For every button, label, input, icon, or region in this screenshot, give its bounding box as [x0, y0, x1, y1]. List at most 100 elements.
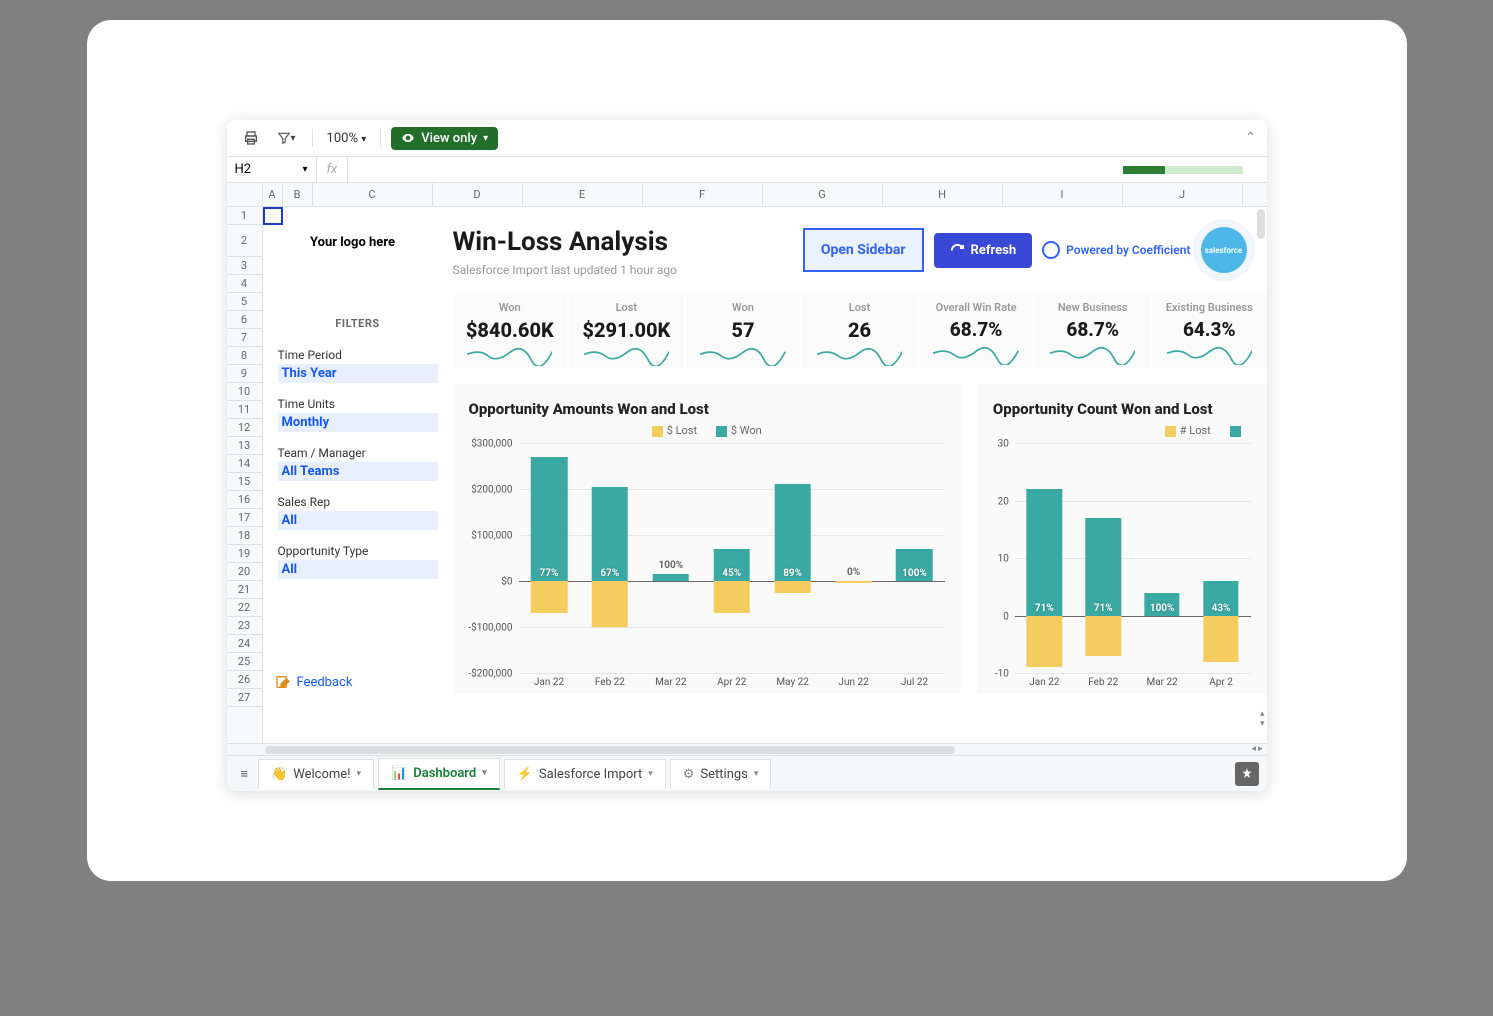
- chevron-down-icon: ▾: [754, 769, 759, 779]
- row-header[interactable]: 11: [227, 401, 262, 419]
- column-header[interactable]: E: [523, 183, 643, 206]
- column-header[interactable]: K: [1243, 183, 1267, 206]
- row-header[interactable]: 9: [227, 365, 262, 383]
- chevron-down-icon: ▾: [302, 164, 307, 175]
- row-header[interactable]: 18: [227, 527, 262, 545]
- tab-settings[interactable]: ⚙ Settings ▾: [670, 759, 772, 789]
- feedback-link[interactable]: Feedback: [275, 674, 353, 690]
- row-header[interactable]: 10: [227, 383, 262, 401]
- x-axis-label: Feb 22: [579, 673, 640, 688]
- all-sheets-menu-icon[interactable]: ≡: [235, 762, 255, 786]
- row-header[interactable]: 12: [227, 419, 262, 437]
- select-all-corner[interactable]: [227, 183, 262, 207]
- zoom-dropdown[interactable]: 100% ▾: [323, 129, 371, 148]
- horizontal-scrollbar[interactable]: ◂▸: [227, 743, 1267, 755]
- sheet-content[interactable]: ▴▾ Your logo here Win-Loss Analysis Sale…: [263, 207, 1267, 743]
- kpi-label: Overall Win Rate: [923, 301, 1030, 314]
- formula-input[interactable]: [348, 157, 1122, 182]
- filter-value[interactable]: Monthly: [278, 413, 438, 432]
- filter-group: Time PeriodThis Year: [278, 348, 438, 383]
- tab-welcome[interactable]: 👋 Welcome! ▾: [258, 759, 374, 789]
- filter-value[interactable]: All: [278, 560, 438, 579]
- kpi-strip: Won$840.60KLost$291.00KWon57Lost26Overal…: [453, 293, 1267, 368]
- row-header[interactable]: 26: [227, 671, 262, 689]
- explore-button[interactable]: [1235, 762, 1259, 786]
- row-header[interactable]: 24: [227, 635, 262, 653]
- row-header[interactable]: 7: [227, 329, 262, 347]
- filter-value[interactable]: All Teams: [278, 462, 438, 481]
- row-header[interactable]: 19: [227, 545, 262, 563]
- bar-percent-label: 67%: [592, 568, 629, 579]
- chevron-down-icon: ▾: [482, 768, 487, 778]
- row-header[interactable]: 6: [227, 311, 262, 329]
- row-header[interactable]: 8: [227, 347, 262, 365]
- row-header[interactable]: 20: [227, 563, 262, 581]
- row-header[interactable]: 3: [227, 257, 262, 275]
- filter-label: Time Units: [278, 397, 438, 411]
- column-header[interactable]: C: [313, 183, 433, 206]
- row-header[interactable]: 1: [227, 207, 262, 225]
- print-icon[interactable]: [237, 126, 265, 150]
- formula-bar: H2 ▾ fx: [227, 157, 1267, 183]
- kpi-card: Existing Business64.3%: [1152, 293, 1267, 368]
- filter-group: Team / ManagerAll Teams: [278, 446, 438, 481]
- filters-heading: FILTERS: [278, 317, 438, 330]
- open-sidebar-button[interactable]: Open Sidebar: [803, 228, 924, 272]
- column-header[interactable]: H: [883, 183, 1003, 206]
- plus-icon: [1240, 767, 1254, 781]
- tab-dashboard[interactable]: 📊 Dashboard ▾: [378, 758, 500, 790]
- row-header[interactable]: 2: [227, 225, 262, 257]
- y-axis-label: $300,000: [471, 439, 518, 450]
- sparkline: [1156, 345, 1263, 365]
- row-header[interactable]: 27: [227, 689, 262, 707]
- chart-plot: $300,000$200,000$100,000$0-$100,000-$200…: [519, 443, 945, 673]
- row-header[interactable]: 21: [227, 581, 262, 599]
- column-header[interactable]: B: [283, 183, 313, 206]
- row-header[interactable]: 14: [227, 455, 262, 473]
- bar-won: 89%: [774, 484, 811, 581]
- filter-value[interactable]: All: [278, 511, 438, 530]
- filter-value[interactable]: This Year: [278, 364, 438, 383]
- bar-group: 89%: [762, 443, 823, 673]
- row-header[interactable]: 5: [227, 293, 262, 311]
- collapse-toolbar-icon[interactable]: ⌃: [1245, 130, 1257, 146]
- row-header[interactable]: 17: [227, 509, 262, 527]
- column-header[interactable]: I: [1003, 183, 1123, 206]
- row-header[interactable]: 22: [227, 599, 262, 617]
- row-header[interactable]: 23: [227, 617, 262, 635]
- powered-by-link[interactable]: Powered by Coefficient: [1042, 241, 1190, 259]
- x-axis-label: Mar 22: [640, 673, 701, 688]
- column-header[interactable]: G: [763, 183, 883, 206]
- legend-swatch-won: [1230, 426, 1241, 437]
- filter-label: Opportunity Type: [278, 544, 438, 558]
- row-header[interactable]: 13: [227, 437, 262, 455]
- filter-group: Time Units Monthly: [278, 397, 438, 432]
- bar-lost: [531, 581, 568, 613]
- view-only-button[interactable]: View only ▾: [391, 127, 498, 150]
- kpi-label: Won: [690, 301, 797, 314]
- row-header[interactable]: 25: [227, 653, 262, 671]
- column-header[interactable]: J: [1123, 183, 1243, 206]
- bar-won: 67%: [592, 487, 629, 581]
- y-axis-label: 0: [1003, 611, 1015, 622]
- filter-icon[interactable]: ▾: [271, 127, 302, 149]
- y-axis-label: 30: [998, 439, 1015, 450]
- row-header[interactable]: 16: [227, 491, 262, 509]
- column-header[interactable]: F: [643, 183, 763, 206]
- row-header[interactable]: 15: [227, 473, 262, 491]
- tab-salesforce-import[interactable]: ⚡ Salesforce Import ▾: [504, 759, 666, 789]
- bar-group: 0%: [823, 443, 884, 673]
- column-header[interactable]: A: [263, 183, 283, 206]
- bar-won: 45%: [713, 549, 750, 581]
- refresh-button[interactable]: Refresh: [934, 233, 1033, 268]
- sparkline: [923, 345, 1030, 365]
- bar-percent-label: 77%: [531, 568, 568, 579]
- x-axis-label: Jan 22: [1015, 673, 1074, 688]
- name-box[interactable]: H2 ▾: [227, 157, 317, 182]
- chart-title: Opportunity Amounts Won and Lost: [469, 400, 953, 418]
- column-header[interactable]: D: [433, 183, 523, 206]
- eye-icon: [401, 131, 415, 145]
- x-axis-label: May 22: [762, 673, 823, 688]
- row-header[interactable]: 4: [227, 275, 262, 293]
- lightning-icon: ⚡: [517, 767, 533, 782]
